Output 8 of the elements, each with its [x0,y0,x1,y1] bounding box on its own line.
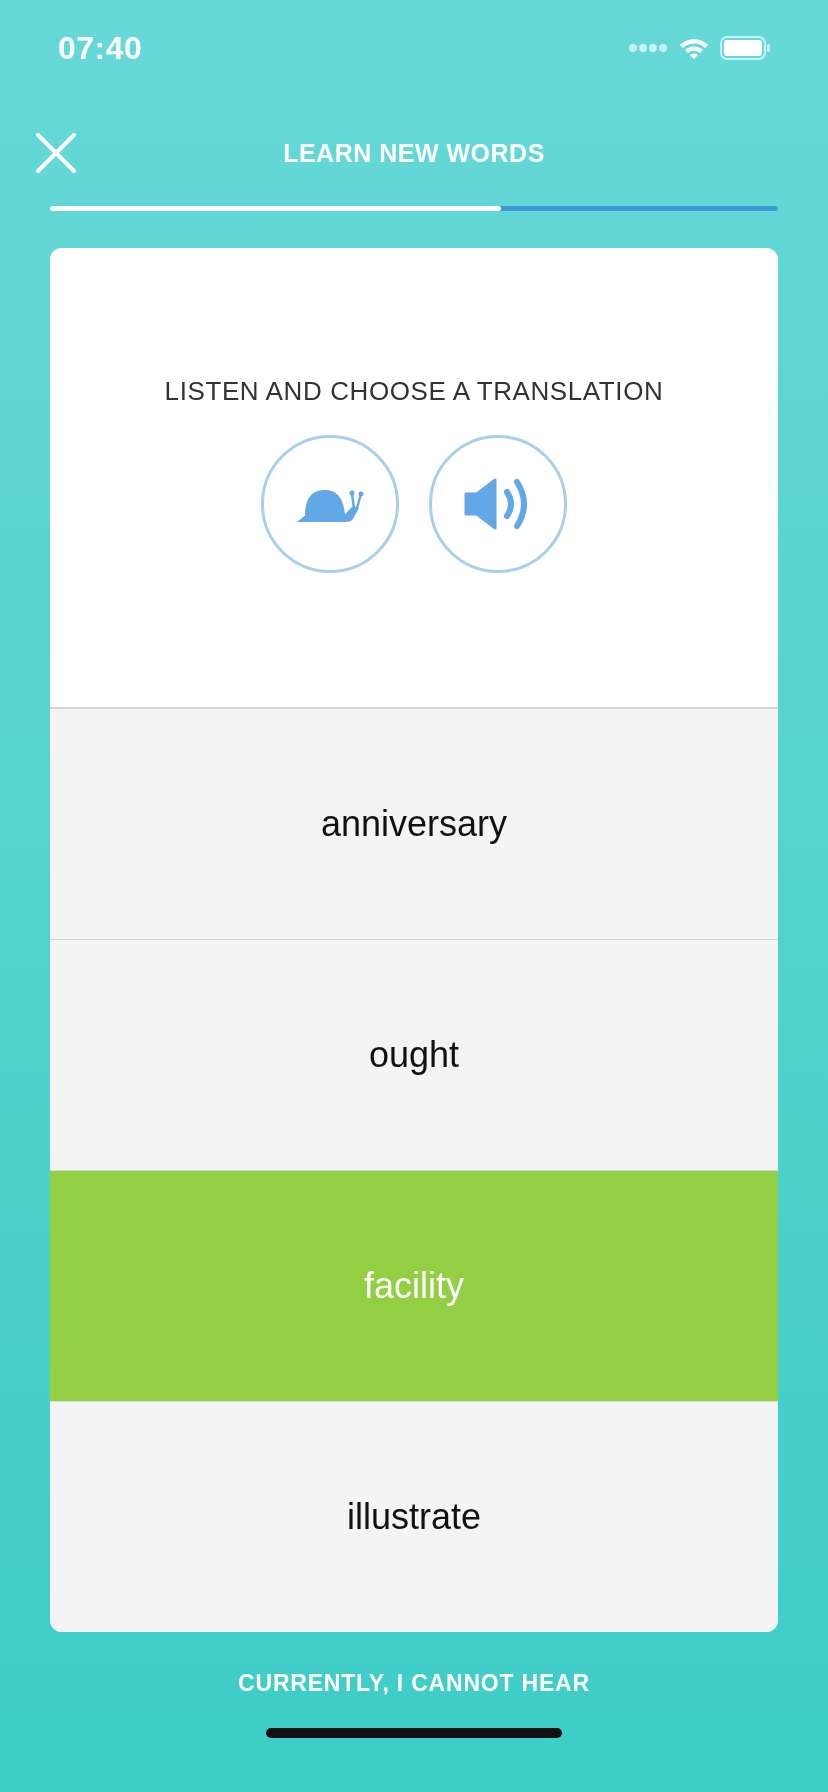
signal-icon [628,43,668,53]
battery-icon [720,36,770,60]
instruction-text: LISTEN AND CHOOSE A TRANSLATION [164,376,664,407]
wifi-icon [678,36,710,60]
answer-option[interactable]: illustrate [50,1401,778,1632]
screen-title: LEARN NEW WORDS [283,138,545,168]
close-button[interactable] [36,133,76,173]
status-time: 07:40 [58,29,143,67]
